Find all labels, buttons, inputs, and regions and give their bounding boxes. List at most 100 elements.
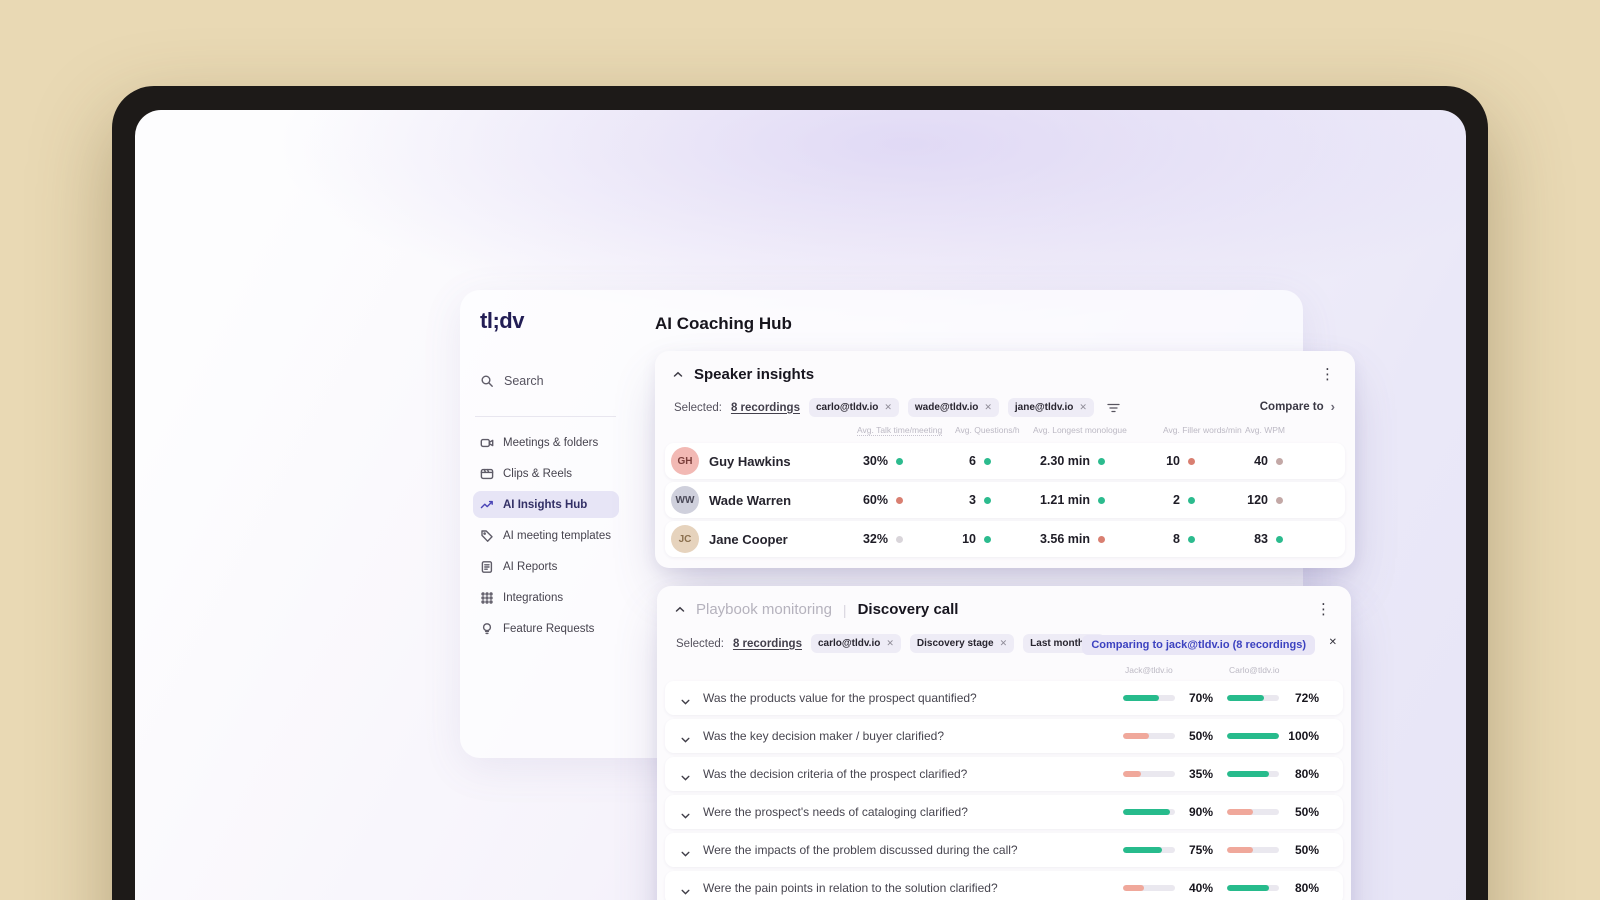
column-header: Jack@tldv.io <box>1125 665 1173 675</box>
chevron-down-icon[interactable] <box>681 768 690 786</box>
laptop-screen: tl;dv Search Meetings & folders Clips & … <box>135 110 1466 900</box>
report-icon <box>481 560 493 573</box>
sidebar-item-meetings-folders[interactable]: Meetings & folders <box>473 429 619 456</box>
playbook-question-row[interactable]: Was the decision criteria of the prospec… <box>665 757 1343 791</box>
column-header[interactable]: Avg. Longest monologue <box>1033 425 1127 435</box>
trend-line-icon <box>480 500 493 508</box>
tag-icon <box>481 529 493 542</box>
progress-percent: 80% <box>1294 767 1319 781</box>
progress-percent: 100% <box>1288 729 1319 743</box>
question-text: Were the prospect's needs of cataloging … <box>703 805 968 819</box>
collapse-caret-icon[interactable] <box>673 371 683 378</box>
progress-bar <box>1123 771 1175 777</box>
section-title: Discovery call <box>857 601 959 618</box>
status-dot <box>896 457 903 465</box>
status-dot <box>896 496 903 504</box>
column-header[interactable]: Avg. Questions/h <box>955 425 1020 435</box>
metric-value: 1.21 min <box>1039 493 1090 507</box>
progress-bar <box>1227 771 1279 777</box>
recordings-count-link[interactable]: 8 recordings <box>733 638 802 650</box>
kebab-menu-icon[interactable]: ⋮ <box>1312 599 1335 621</box>
progress-bar <box>1123 847 1175 853</box>
playbook-question-row[interactable]: Were the impacts of the problem discusse… <box>665 833 1343 867</box>
filter-chip[interactable]: jane@tldv.io ✕ <box>1007 398 1094 417</box>
close-icon[interactable]: ✕ <box>984 402 992 413</box>
close-icon[interactable]: ✕ <box>886 638 894 649</box>
progress-percent: 75% <box>1188 843 1213 857</box>
metric-value: 3 <box>969 493 976 507</box>
column-header[interactable]: Avg. Talk time/meeting <box>857 425 943 436</box>
status-dot <box>1276 457 1283 465</box>
progress-percent: 40% <box>1188 881 1213 895</box>
sidebar-search-label: Search <box>504 374 544 388</box>
progress-percent: 35% <box>1188 767 1213 781</box>
progress-percent: 50% <box>1188 729 1213 743</box>
sidebar-item-feature-requests[interactable]: Feature Requests <box>473 615 619 642</box>
title-separator: | <box>842 601 847 618</box>
close-icon[interactable]: ✕ <box>1329 637 1337 648</box>
compare-to-button[interactable]: Compare to › <box>1260 399 1335 414</box>
sidebar-item-ai-reports[interactable]: AI Reports <box>473 553 619 580</box>
status-dot <box>896 535 903 543</box>
playbook-question-row[interactable]: Was the products value for the prospect … <box>665 681 1343 715</box>
question-text: Was the key decision maker / buyer clari… <box>703 729 944 743</box>
speaker-name: Jane Cooper <box>709 531 788 547</box>
chevron-down-icon[interactable] <box>681 692 690 710</box>
table-row[interactable]: JC Jane Cooper 32% 10 3.56 min 8 83 <box>665 521 1345 557</box>
chevron-down-icon[interactable] <box>681 730 690 748</box>
filter-chip[interactable]: wade@tldv.io ✕ <box>907 398 999 417</box>
chevron-down-icon[interactable] <box>681 844 690 862</box>
avatar: WW <box>671 486 699 514</box>
close-icon[interactable]: ✕ <box>1079 402 1087 413</box>
status-dot <box>1098 496 1105 504</box>
kebab-menu-icon[interactable]: ⋮ <box>1316 364 1339 386</box>
metric-value: 83 <box>1254 532 1268 546</box>
status-dot <box>1188 535 1195 543</box>
progress-percent: 70% <box>1188 691 1213 705</box>
sidebar-item-clips-reels[interactable]: Clips & Reels <box>473 460 619 487</box>
recordings-count-link[interactable]: 8 recordings <box>731 402 800 414</box>
metric-value: 120 <box>1247 493 1268 507</box>
table-row[interactable]: WW Wade Warren 60% 3 1.21 min 2 120 <box>665 482 1345 518</box>
metric-value: 10 <box>1166 454 1180 468</box>
sidebar-item-ai-meeting-templates[interactable]: AI meeting templates <box>473 522 619 549</box>
close-icon[interactable]: ✕ <box>884 402 892 413</box>
metric-value: 8 <box>1173 532 1180 546</box>
filter-chip[interactable]: carlo@tldv.io ✕ <box>810 634 901 653</box>
close-icon[interactable]: ✕ <box>1000 638 1008 649</box>
progress-percent: 72% <box>1294 691 1319 705</box>
playbook-question-row[interactable]: Were the prospect's needs of cataloging … <box>665 795 1343 829</box>
progress-bar <box>1227 695 1279 701</box>
sidebar-item-ai-insights-hub[interactable]: AI Insights Hub <box>473 491 619 518</box>
column-header: Carlo@tldv.io <box>1229 665 1280 675</box>
sidebar-item-label: Feature Requests <box>503 622 595 635</box>
sidebar-item-integrations[interactable]: Integrations <box>473 584 619 611</box>
selected-label: Selected: <box>674 401 722 414</box>
lightbulb-icon <box>482 622 492 634</box>
playbook-question-row[interactable]: Were the pain points in relation to the … <box>665 871 1343 900</box>
tldv-logo[interactable]: tl;dv <box>480 308 524 334</box>
filter-chip[interactable]: Discovery stage ✕ <box>909 634 1015 653</box>
filter-chip[interactable]: carlo@tldv.io ✕ <box>808 398 899 417</box>
column-header[interactable]: Avg. Filler words/min <box>1163 425 1242 435</box>
sidebar-item-label: AI Reports <box>503 560 558 573</box>
speaker-name: Guy Hawkins <box>709 453 791 469</box>
avatar: JC <box>671 525 699 553</box>
status-dot <box>1188 457 1195 465</box>
chevron-down-icon[interactable] <box>681 806 690 824</box>
table-row[interactable]: GH Guy Hawkins 30% 6 2.30 min 10 40 <box>665 443 1345 479</box>
sidebar-item-label: Integrations <box>503 591 564 604</box>
status-dot <box>1276 496 1283 504</box>
chevron-down-icon[interactable] <box>681 882 690 900</box>
collapse-caret-icon[interactable] <box>675 606 685 613</box>
question-text: Were the pain points in relation to the … <box>703 881 998 895</box>
video-camera-icon <box>480 438 494 447</box>
sidebar-search[interactable]: Search <box>480 374 544 388</box>
question-text: Was the products value for the prospect … <box>703 691 977 705</box>
progress-bar <box>1227 809 1279 815</box>
progress-bar <box>1123 885 1175 891</box>
metric-value: 6 <box>969 454 976 468</box>
column-header[interactable]: Avg. WPM <box>1245 425 1285 435</box>
filter-icon[interactable] <box>1107 403 1120 413</box>
playbook-question-row[interactable]: Was the key decision maker / buyer clari… <box>665 719 1343 753</box>
